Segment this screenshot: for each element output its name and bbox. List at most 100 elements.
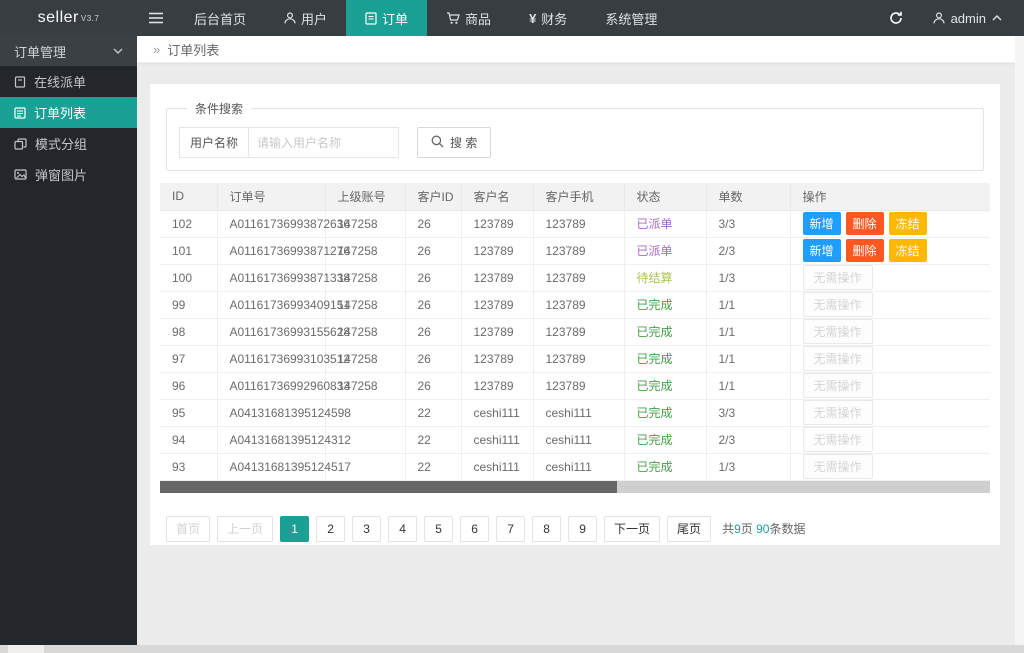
table-row: 98A0116173699315562814725826123789123789… <box>160 318 990 345</box>
column-header: 客户ID <box>405 183 461 210</box>
search-legend: 条件搜索 <box>187 100 251 117</box>
freeze-button[interactable]: 冻结 <box>889 239 927 262</box>
page-vertical-scrollbar[interactable] <box>1015 36 1024 645</box>
no-action-button: 无需操作 <box>803 373 873 398</box>
customer-id-cell: 26 <box>405 237 461 264</box>
page-button-2[interactable]: 2 <box>316 516 345 542</box>
list-icon <box>14 107 26 119</box>
sidebar-group-order-management[interactable]: 订单管理 <box>0 36 137 66</box>
username-field-label: 用户名称 <box>179 127 249 158</box>
parent-account-cell: 147258 <box>325 237 405 264</box>
logo-text: seller <box>38 9 79 27</box>
page-button-3[interactable]: 3 <box>352 516 381 542</box>
status-badge: 已完成 <box>637 433 673 447</box>
status-cell: 已完成 <box>624 291 706 318</box>
table-scrollbar-thumb[interactable] <box>160 481 617 493</box>
page-button-1[interactable]: 1 <box>280 516 309 542</box>
sidebar-item-online-dispatch[interactable]: 在线派单 <box>0 66 137 97</box>
breadcrumb: » 订单列表 <box>137 36 1024 63</box>
order-no-cell: A04131681395124598 <box>217 399 325 426</box>
refresh-icon[interactable] <box>871 0 921 36</box>
actions-cell: 无需操作 <box>790 291 990 318</box>
freeze-button[interactable]: 冻结 <box>889 212 927 235</box>
count-cell: 3/3 <box>706 210 790 237</box>
next-page-button[interactable]: 下一页 <box>604 516 660 542</box>
table-row: 102A011617369938726361472582612378912378… <box>160 210 990 237</box>
status-badge: 已完成 <box>637 325 673 339</box>
delete-button[interactable]: 删除 <box>846 239 884 262</box>
count-cell: 1/1 <box>706 372 790 399</box>
page-button-5[interactable]: 5 <box>424 516 453 542</box>
order-id-cell: 102 <box>160 210 217 237</box>
actions-cell: 无需操作 <box>790 264 990 291</box>
table-row: 95A0413168139512459822ceshi111ceshi111已完… <box>160 399 990 426</box>
order-no-cell: A04131681395124517 <box>217 453 325 480</box>
add-button[interactable]: 新增 <box>803 212 841 235</box>
customer-phone-cell: 123789 <box>533 372 624 399</box>
customer-name-cell: 123789 <box>461 345 533 372</box>
page-button-6[interactable]: 6 <box>460 516 489 542</box>
table-row: 97A0116173699310351214725826123789123789… <box>160 345 990 372</box>
table-row: 96A0116173699296083314725826123789123789… <box>160 372 990 399</box>
summary-total_items: 90 <box>756 522 769 536</box>
nav-item-goods[interactable]: 商品 <box>427 0 510 36</box>
column-header: ID <box>160 183 217 210</box>
count-cell: 1/3 <box>706 453 790 480</box>
top-navbar: sellerV3.7 后台首页用户订单商品¥财务系统管理 admin <box>0 0 1024 36</box>
page-button-4[interactable]: 4 <box>388 516 417 542</box>
column-header: 操作 <box>790 183 990 210</box>
table-row: 94A0413168139512431222ceshi111ceshi111已完… <box>160 426 990 453</box>
nav-item-finance[interactable]: ¥财务 <box>510 0 586 36</box>
page-button-7[interactable]: 7 <box>496 516 525 542</box>
table-row: 93A0413168139512451722ceshi111ceshi111已完… <box>160 453 990 480</box>
table-row: 100A011617369938713381472582612378912378… <box>160 264 990 291</box>
sidebar-item-order-list[interactable]: 订单列表 <box>0 97 137 128</box>
delete-button[interactable]: 删除 <box>846 212 884 235</box>
person-icon <box>284 12 296 24</box>
summary-text: 共 <box>722 522 734 536</box>
status-cell: 待结算 <box>624 264 706 291</box>
add-button[interactable]: 新增 <box>803 239 841 262</box>
page-scrollbar-thumb[interactable] <box>8 645 44 653</box>
customer-phone-cell: 123789 <box>533 210 624 237</box>
table-row: 101A011617369938712761472582612378912378… <box>160 237 990 264</box>
order-no-cell: A01161736993872636 <box>217 210 325 237</box>
actions-cell: 无需操作 <box>790 426 990 453</box>
nav-item-label: 用户 <box>301 9 327 28</box>
search-button[interactable]: 搜 索 <box>417 127 491 158</box>
order-id-cell: 99 <box>160 291 217 318</box>
sidebar-group-label: 订单管理 <box>14 42 113 61</box>
sidebar-item-label: 在线派单 <box>34 72 86 91</box>
admin-menu[interactable]: admin <box>921 0 1024 36</box>
page-button-9[interactable]: 9 <box>568 516 597 542</box>
order-id-cell: 98 <box>160 318 217 345</box>
status-badge: 已完成 <box>637 460 673 474</box>
sidebar-item-mode-group[interactable]: 模式分组 <box>0 128 137 159</box>
nav-item-system[interactable]: 系统管理 <box>586 0 676 36</box>
customer-phone-cell: 123789 <box>533 318 624 345</box>
page-horizontal-scrollbar[interactable] <box>0 645 1024 653</box>
customer-name-cell: 123789 <box>461 237 533 264</box>
count-cell: 1/1 <box>706 291 790 318</box>
nav-item-users[interactable]: 用户 <box>265 0 346 36</box>
no-action-button: 无需操作 <box>803 400 873 425</box>
nav-item-orders[interactable]: 订单 <box>346 0 427 36</box>
status-cell: 已完成 <box>624 453 706 480</box>
username-input[interactable] <box>249 127 399 158</box>
page-button-8[interactable]: 8 <box>532 516 561 542</box>
parent-account-cell: 147258 <box>325 345 405 372</box>
sidebar-items: 在线派单订单列表模式分组弹窗图片 <box>0 66 137 190</box>
order-id-cell: 101 <box>160 237 217 264</box>
nav-item-home[interactable]: 后台首页 <box>175 0 265 36</box>
order-id-cell: 97 <box>160 345 217 372</box>
hamburger-icon[interactable] <box>137 0 175 36</box>
customer-id-cell: 22 <box>405 426 461 453</box>
table-horizontal-scrollbar[interactable] <box>160 481 990 493</box>
sidebar-item-popup-image[interactable]: 弹窗图片 <box>0 159 137 190</box>
app-window: sellerV3.7 后台首页用户订单商品¥财务系统管理 admin 订单管理 <box>0 0 1024 653</box>
column-header: 上级账号 <box>325 183 405 210</box>
parent-account-cell: 147258 <box>325 210 405 237</box>
order-id-cell: 96 <box>160 372 217 399</box>
order-no-cell: A01161736993871338 <box>217 264 325 291</box>
last-page-button[interactable]: 尾页 <box>667 516 711 542</box>
